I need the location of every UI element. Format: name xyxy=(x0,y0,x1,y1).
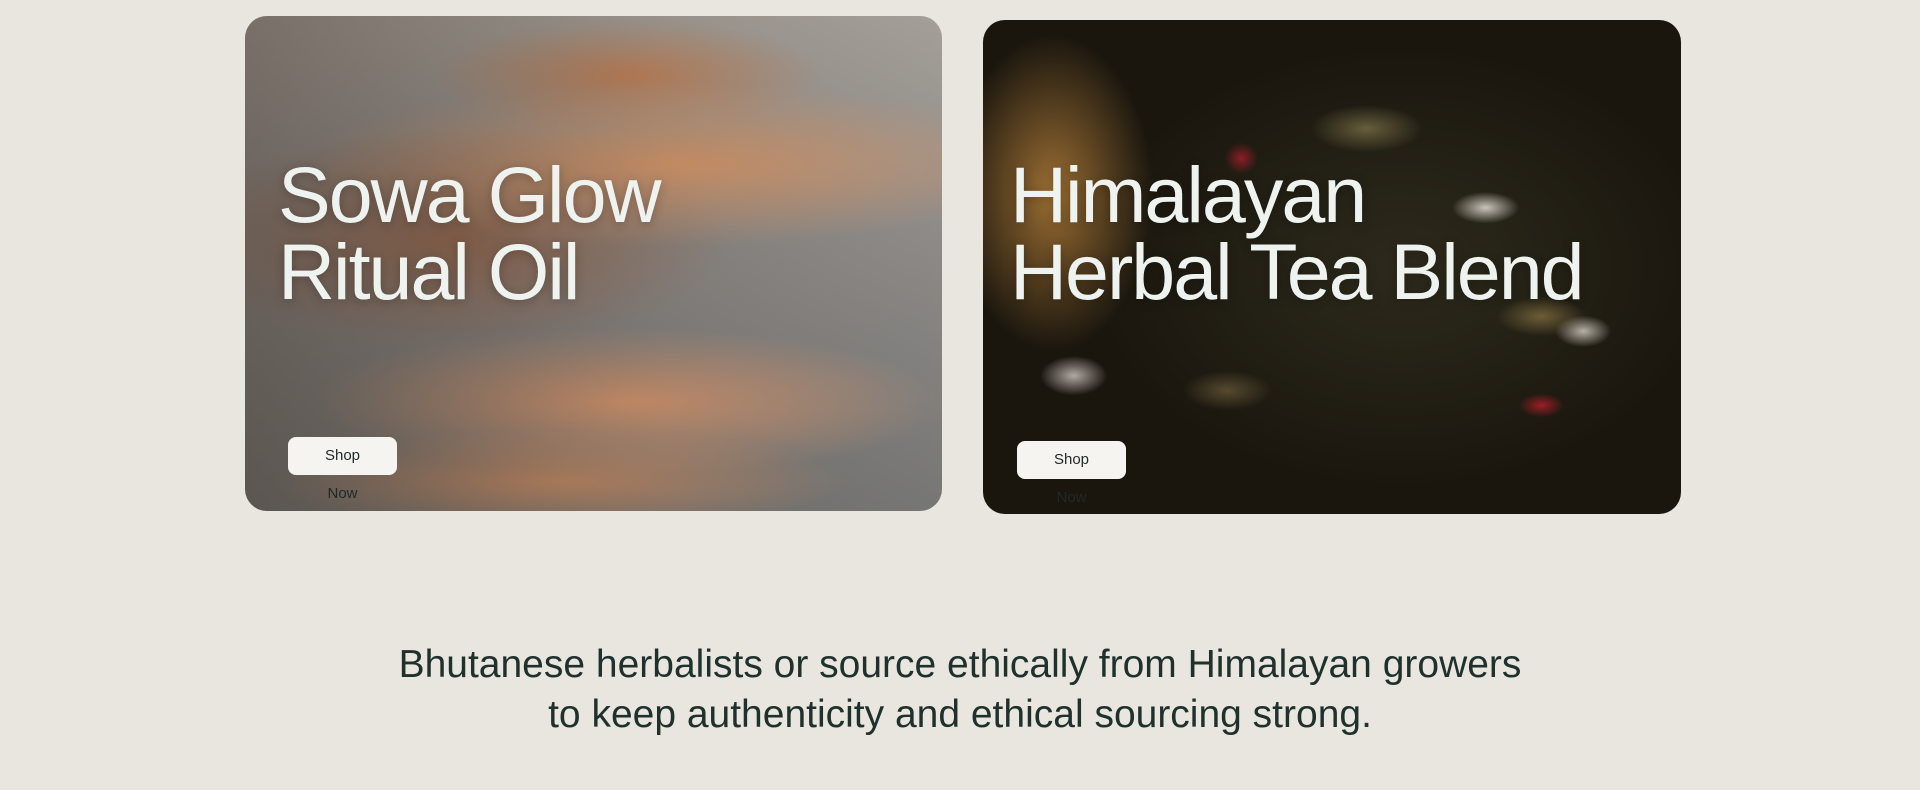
sourcing-tagline: Bhutanese herbalists or source ethically… xyxy=(0,640,1920,740)
tagline-line: Bhutanese herbalists or source ethically… xyxy=(398,643,1522,686)
product-title-line: Herbal Tea Blend xyxy=(1010,227,1585,316)
product-card-herbal-tea[interactable]: Himalayan Herbal Tea Blend Shop Now xyxy=(983,20,1681,514)
product-card-ritual-oil[interactable]: Sowa Glow Ritual Oil Shop Now xyxy=(245,16,942,511)
page: Sowa Glow Ritual Oil Shop Now Himalayan … xyxy=(0,0,1920,790)
product-title: Sowa Glow Ritual Oil xyxy=(278,155,838,311)
product-title-line: Sowa Glow xyxy=(278,150,662,239)
shop-now-button[interactable]: Shop Now xyxy=(1017,441,1126,506)
product-title-line: Ritual Oil xyxy=(278,227,580,316)
shop-now-button[interactable]: Shop Now xyxy=(288,437,397,502)
tagline-line: to keep authenticity and ethical sourcin… xyxy=(548,693,1372,736)
product-title-line: Himalayan xyxy=(1010,150,1367,239)
product-title: Himalayan Herbal Tea Blend xyxy=(1010,155,1650,311)
